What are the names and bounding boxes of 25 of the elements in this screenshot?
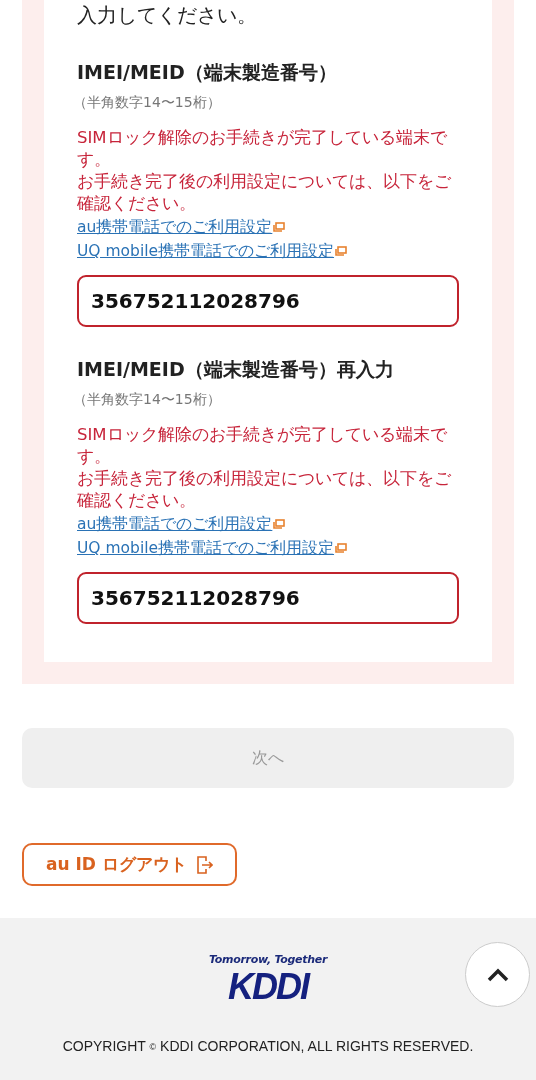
external-link-icon bbox=[335, 543, 348, 553]
logout-icon bbox=[196, 854, 213, 875]
settings-link[interactable]: au携帯電話でのご利用設定 bbox=[77, 217, 273, 238]
external-link-icon bbox=[273, 519, 286, 529]
settings-link[interactable]: UQ mobile携帯電話でのご利用設定 bbox=[77, 538, 335, 559]
imei-input[interactable]: 356752112028796 bbox=[77, 572, 459, 624]
field-label: IMEI/MEID（端末製造番号） bbox=[77, 60, 338, 85]
logout-button[interactable]: au ID ログアウト bbox=[22, 843, 237, 886]
settings-link[interactable]: au携帯電話でのご利用設定 bbox=[77, 514, 273, 535]
field-hint: （半角数字14〜15桁） bbox=[73, 390, 222, 409]
imei-input[interactable]: 356752112028796 bbox=[77, 275, 459, 327]
notice-text: お手続き完了後の利用設定については、以下をご確認ください。 bbox=[77, 468, 452, 512]
external-link-icon bbox=[273, 222, 286, 232]
logo-tagline: Tomorrow, Together bbox=[208, 952, 328, 968]
notice-text: お手続き完了後の利用設定については、以下をご確認ください。 bbox=[77, 171, 452, 215]
settings-link[interactable]: UQ mobile携帯電話でのご利用設定 bbox=[77, 241, 335, 262]
field-label: IMEI/MEID（端末製造番号）再入力 bbox=[77, 357, 395, 382]
field-hint: （半角数字14〜15桁） bbox=[73, 93, 222, 112]
logo-text: KDDI bbox=[227, 968, 311, 1005]
instruction-text: 入力してください。 bbox=[77, 2, 258, 29]
external-link-icon bbox=[335, 246, 348, 256]
notice-text: SIMロック解除のお手続きが完了している端末です。 bbox=[77, 127, 448, 171]
chevron-up-icon bbox=[485, 966, 510, 983]
notice-text: SIMロック解除のお手続きが完了している端末です。 bbox=[77, 424, 448, 468]
copyright-text: COPYRIGHT © KDDI CORPORATION, ALL RIGHTS RESERVED. bbox=[61, 1036, 475, 1056]
